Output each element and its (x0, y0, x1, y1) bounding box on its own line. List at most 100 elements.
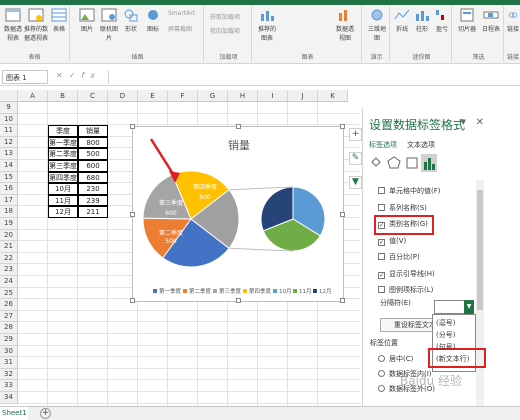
resize-handle[interactable] (130, 212, 135, 217)
pictures-button[interactable]: 图片 (76, 8, 98, 33)
cancel-icon[interactable]: ✕ (56, 71, 69, 80)
fx-button[interactable]: fx (81, 71, 101, 80)
label-option-checkbox[interactable]: 图例项标示(L) (378, 285, 433, 295)
checkbox-icon[interactable]: ✓ (378, 222, 385, 229)
row-header[interactable]: 9 (0, 102, 18, 114)
row-header[interactable]: 27 (0, 310, 18, 323)
recommended-pivot-button[interactable]: 推荐的数据透视表 (24, 8, 48, 42)
table-button[interactable]: 表格 (48, 8, 70, 33)
checkbox-icon[interactable] (378, 253, 385, 260)
get-addins-button[interactable]: 获取加载项 (210, 12, 240, 21)
separator-option[interactable]: (句号) (436, 342, 455, 352)
data-label[interactable]: 800 (199, 194, 211, 201)
resize-handle[interactable] (236, 124, 241, 129)
table-cell[interactable]: 239 (78, 194, 108, 207)
row-header[interactable]: 16 (0, 183, 18, 195)
label-option-checkbox[interactable]: 单元格中的值(F) (378, 186, 441, 196)
row-header[interactable]: 20 (0, 229, 18, 242)
pivot-table-button[interactable]: 数据透视表 (2, 8, 24, 42)
add-sheet-button[interactable]: + (40, 408, 51, 419)
row-header[interactable]: 29 (0, 334, 18, 346)
pentagon-icon[interactable] (387, 156, 401, 170)
legend-entry[interactable]: 12月 (319, 288, 332, 295)
row-header[interactable]: 21 (0, 241, 18, 253)
resize-handle[interactable] (340, 124, 345, 129)
pane-scrollbar-thumb[interactable] (477, 190, 483, 310)
radio-icon[interactable] (378, 355, 385, 362)
separator-option[interactable]: (逗号) (436, 318, 455, 328)
chart-title[interactable]: 销量 (228, 138, 250, 152)
pie-of-pie-chart[interactable]: 销量第四季度800第三季度600第二季度500第一季度 第二季度 第三季度 第四季度 1… (133, 127, 345, 303)
row-header[interactable]: 32 (0, 368, 18, 381)
table-cell[interactable]: 第二季度 (48, 148, 78, 160)
row-header[interactable]: 24 (0, 276, 18, 288)
row-header[interactable]: 17 (0, 194, 18, 207)
separator-option[interactable]: (分号) (436, 330, 455, 340)
checkbox-icon[interactable]: ✓ (378, 271, 385, 279)
resize-handle[interactable] (130, 298, 135, 303)
icons-button[interactable]: 图标 (142, 8, 164, 33)
row-header[interactable]: 10 (0, 113, 18, 126)
formula-input[interactable] (108, 70, 518, 84)
fill-bucket-icon[interactable] (369, 156, 383, 170)
row-header[interactable]: 11 (0, 125, 18, 137)
resize-handle[interactable] (340, 298, 345, 303)
legend-entry[interactable]: 11月 (299, 288, 312, 295)
row-header[interactable]: 34 (0, 392, 18, 404)
label-option-checkbox[interactable]: 系列名称(S) (378, 203, 427, 213)
sparkline-column-button[interactable]: 柱形 (412, 8, 432, 33)
row-header[interactable]: 31 (0, 357, 18, 369)
timeline-button[interactable]: 日程表 (480, 8, 502, 33)
radio-icon[interactable] (378, 385, 385, 392)
name-box[interactable]: 图表 1 (2, 70, 48, 84)
table-cell[interactable]: 12月 (48, 206, 78, 218)
legend-entry[interactable]: 第三季度 (219, 287, 242, 295)
tab-label-options[interactable]: 标签选项 (369, 140, 397, 150)
pane-options-icon[interactable]: ▼ (461, 118, 466, 126)
table-header-cell[interactable]: 季度 (48, 125, 78, 137)
label-position-radio[interactable]: 居中(C) (378, 354, 413, 364)
link-button[interactable]: 链接 (506, 8, 520, 33)
row-header[interactable]: 14 (0, 160, 18, 172)
row-header[interactable]: 30 (0, 345, 18, 358)
table-cell[interactable]: 230 (78, 183, 108, 195)
3d-map-button[interactable]: 三维地图 (366, 8, 388, 42)
row-header[interactable]: 28 (0, 322, 18, 334)
row-header[interactable]: 12 (0, 136, 18, 149)
close-icon[interactable]: ✕ (476, 117, 484, 128)
legend-entry[interactable]: 第二季度 (189, 287, 212, 295)
chart-styles-button[interactable]: ✎ (349, 152, 362, 165)
chart-filters-button[interactable]: ▼ (349, 176, 362, 189)
tab-text-options[interactable]: 文本选项 (407, 140, 435, 150)
row-header[interactable]: 19 (0, 218, 18, 230)
label-position-radio[interactable]: 数据标签内(I) (378, 369, 432, 379)
table-cell[interactable]: 600 (78, 160, 108, 172)
checkbox-icon[interactable] (378, 286, 385, 293)
table-cell[interactable]: 11月 (48, 194, 78, 207)
label-options-icon[interactable] (421, 154, 437, 172)
data-label[interactable]: 第二季度 (159, 229, 183, 237)
table-cell[interactable]: 680 (78, 171, 108, 184)
label-option-checkbox[interactable]: ✓ 显示引导线(H) (378, 269, 435, 279)
legend-entry[interactable]: 第一季度 (159, 287, 182, 295)
label-option-checkbox[interactable]: 百分比(P) (378, 252, 420, 262)
table-cell[interactable]: 第一季度 (48, 136, 78, 149)
slicer-button[interactable]: 切片器 (456, 8, 478, 33)
legend-entry[interactable]: 10月 (279, 288, 292, 295)
column-header[interactable]: I (258, 90, 288, 102)
online-pictures-button[interactable]: 联机图片 (98, 8, 120, 42)
legend-entry[interactable]: 第四季度 (249, 287, 272, 295)
table-cell[interactable]: 500 (78, 148, 108, 160)
row-header[interactable]: 23 (0, 264, 18, 276)
label-option-checkbox[interactable]: ✓ 值(V) (378, 236, 406, 246)
table-cell[interactable]: 第四季度 (48, 171, 78, 184)
data-label[interactable]: 600 (165, 210, 177, 217)
table-cell[interactable]: 第三季度 (48, 160, 78, 172)
size-properties-icon[interactable] (405, 156, 419, 170)
pivot-chart-button[interactable]: 数据透视图 (334, 8, 356, 42)
row-header[interactable]: 13 (0, 148, 18, 160)
column-header[interactable]: K (318, 90, 348, 102)
label-option-checkbox[interactable]: ✓ 类别名称(G) (378, 219, 428, 229)
chart-area[interactable]: 销量 第四季度 800 第三季度 600 第二季度 500 第一季度 第二季度 第三季度 第四季度 1… (130, 124, 345, 303)
data-label[interactable]: 500 (165, 238, 177, 245)
